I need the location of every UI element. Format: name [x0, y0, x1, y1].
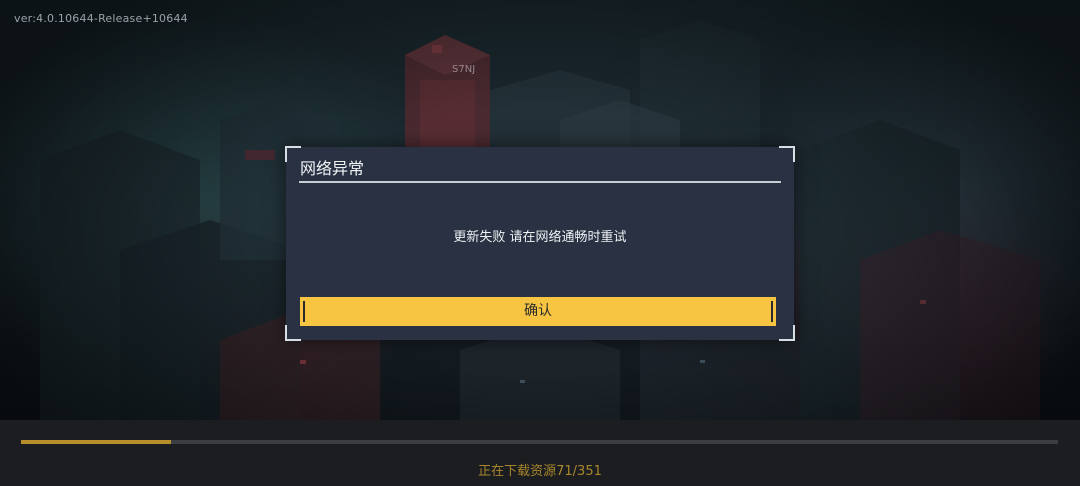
corner-bracket-icon: [285, 146, 301, 162]
download-progress-text: 正在下载资源71/351: [478, 464, 602, 479]
version-label: ver:4.0.10644-Release+10644: [14, 12, 188, 25]
confirm-button-label: 确认: [524, 303, 552, 319]
title-divider: [299, 181, 781, 183]
button-edge-mark: [771, 301, 773, 322]
button-edge-mark: [303, 301, 305, 322]
corner-bracket-icon: [779, 325, 795, 341]
dialog-title: 网络异常: [300, 159, 365, 178]
confirm-button[interactable]: 确认: [300, 297, 776, 326]
corner-bracket-icon: [285, 325, 301, 341]
corner-bracket-icon: [779, 146, 795, 162]
building-sign-text: S7NJ: [452, 64, 475, 75]
dialog-message: 更新失败 请在网络通畅时重试: [453, 230, 627, 245]
network-error-dialog: 网络异常 更新失败 请在网络通畅时重试 确认: [285, 146, 795, 341]
download-progress-bar: [21, 440, 1058, 444]
download-progress-fill: [21, 440, 172, 444]
download-status-bar: 正在下载资源71/351: [0, 420, 1080, 486]
